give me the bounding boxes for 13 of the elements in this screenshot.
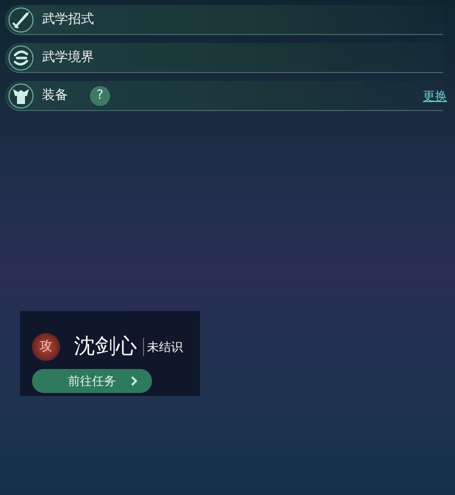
section-title: 武学招式 — [42, 10, 94, 29]
help-badge[interactable]: ? — [90, 86, 110, 106]
section-title: 装备 — [42, 86, 68, 105]
relation-status: 未结识 — [143, 338, 183, 356]
go-to-quest-button[interactable]: 前往任务 — [32, 368, 152, 392]
section-header[interactable]: 武学境界 — [5, 43, 443, 73]
armor-icon — [8, 82, 34, 108]
section-title: 武学境界 — [42, 48, 94, 67]
chevron-right-icon — [130, 376, 138, 386]
character-name: 沈剑心 — [74, 333, 137, 360]
attack-badge: 攻 — [32, 332, 60, 361]
sword-icon — [8, 6, 34, 32]
section-header[interactable]: 武学招式 — [5, 5, 443, 35]
